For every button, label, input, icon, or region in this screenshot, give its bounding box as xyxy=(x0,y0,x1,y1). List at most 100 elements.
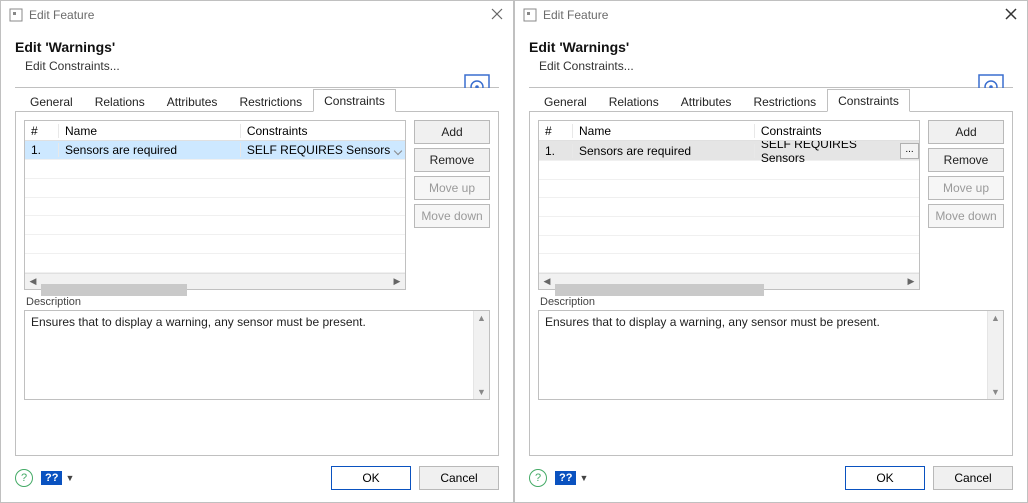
tabstrip-border: General Relations Attributes Restriction… xyxy=(15,87,499,112)
dialog-left: Edit Feature Edit 'Warnings' Edit Constr… xyxy=(0,0,514,503)
table-row[interactable] xyxy=(25,198,405,217)
scroll-up-icon[interactable]: ▲ xyxy=(477,313,486,323)
remove-button[interactable]: Remove xyxy=(414,148,490,172)
add-button[interactable]: Add xyxy=(928,120,1004,144)
tab-relations[interactable]: Relations xyxy=(598,90,670,112)
table-row[interactable] xyxy=(539,254,919,273)
scroll-down-icon[interactable]: ▼ xyxy=(991,387,1000,397)
scroll-left-icon[interactable]: ◀ xyxy=(539,274,555,290)
help-badge[interactable]: ?? xyxy=(555,471,576,485)
description-field[interactable]: Ensures that to display a warning, any s… xyxy=(24,310,490,400)
description-label: Description xyxy=(538,296,1004,308)
movedown-button[interactable]: Move down xyxy=(414,204,490,228)
tab-pane: # Name Constraints 1. Sensors are requir… xyxy=(15,112,499,456)
table-row[interactable] xyxy=(539,161,919,180)
tab-general[interactable]: General xyxy=(533,90,598,112)
tab-attributes[interactable]: Attributes xyxy=(156,90,229,112)
cell-constraints: SELF REQUIRES Sensors xyxy=(241,143,405,157)
table-row[interactable] xyxy=(539,180,919,199)
table-row[interactable] xyxy=(25,160,405,179)
footer: ? ?? ▼ OK Cancel xyxy=(515,456,1027,502)
table-head: # Name Constraints xyxy=(539,121,919,141)
scroll-up-icon[interactable]: ▲ xyxy=(991,313,1000,323)
table-row[interactable] xyxy=(539,217,919,236)
close-icon[interactable] xyxy=(491,8,505,22)
table-row[interactable]: 1. Sensors are required SELF REQUIRES Se… xyxy=(25,141,405,160)
scroll-thumb[interactable] xyxy=(555,284,764,296)
table-row[interactable] xyxy=(25,216,405,235)
description-field[interactable]: Ensures that to display a warning, any s… xyxy=(538,310,1004,400)
table-row[interactable] xyxy=(25,179,405,198)
table-row[interactable] xyxy=(25,254,405,273)
col-name[interactable]: Name xyxy=(573,124,755,138)
table-row[interactable] xyxy=(539,236,919,255)
tabstrip-border: General Relations Attributes Restriction… xyxy=(529,87,1013,112)
ellipsis-button[interactable]: ... xyxy=(900,143,919,159)
help-badge[interactable]: ?? xyxy=(41,471,62,485)
col-name[interactable]: Name xyxy=(59,124,241,138)
moveup-button[interactable]: Move up xyxy=(928,176,1004,200)
close-icon[interactable] xyxy=(1005,8,1019,22)
col-constraints[interactable]: Constraints xyxy=(241,124,405,138)
tabstrip: General Relations Attributes Restriction… xyxy=(15,88,499,112)
content: Edit 'Warnings' Edit Constraints... Gene… xyxy=(515,29,1027,456)
breadcrumb: Edit Constraints... xyxy=(539,59,1013,73)
breadcrumb: Edit Constraints... xyxy=(25,59,499,73)
dialog-right: Edit Feature Edit 'Warnings' Edit Constr… xyxy=(514,0,1028,503)
description-text: Ensures that to display a warning, any s… xyxy=(31,315,366,329)
page-title: Edit 'Warnings' xyxy=(529,39,1013,55)
ok-button[interactable]: OK xyxy=(331,466,411,490)
col-num[interactable]: # xyxy=(539,124,573,138)
table-row[interactable]: 1. Sensors are required SELF REQUIRES Se… xyxy=(539,141,919,161)
feature-icon xyxy=(523,8,537,22)
cell-name: Sensors are required xyxy=(573,144,755,158)
button-column: Add Remove Move up Move down xyxy=(928,120,1004,290)
cell-num: 1. xyxy=(539,144,573,158)
content: Edit 'Warnings' Edit Constraints... Gene… xyxy=(1,29,513,456)
feature-icon xyxy=(9,8,23,22)
add-button[interactable]: Add xyxy=(414,120,490,144)
scroll-right-icon[interactable]: ▶ xyxy=(903,274,919,290)
moveup-button[interactable]: Move up xyxy=(414,176,490,200)
description-text: Ensures that to display a warning, any s… xyxy=(545,315,880,329)
window-title: Edit Feature xyxy=(543,8,1005,22)
tab-relations[interactable]: Relations xyxy=(84,90,156,112)
remove-button[interactable]: Remove xyxy=(928,148,1004,172)
tabstrip: General Relations Attributes Restriction… xyxy=(529,88,1013,112)
vscrollbar[interactable]: ▲▼ xyxy=(473,311,489,399)
table-row[interactable] xyxy=(539,198,919,217)
titlebar: Edit Feature xyxy=(1,1,513,29)
cancel-button[interactable]: Cancel xyxy=(933,466,1013,490)
vscrollbar[interactable]: ▲▼ xyxy=(987,311,1003,399)
constraints-table: # Name Constraints 1. Sensors are requir… xyxy=(538,120,920,290)
tab-restrictions[interactable]: Restrictions xyxy=(742,90,827,112)
movedown-button[interactable]: Move down xyxy=(928,204,1004,228)
help-icon[interactable]: ? xyxy=(529,469,547,487)
description-section: Description Ensures that to display a wa… xyxy=(538,296,1004,400)
tab-attributes[interactable]: Attributes xyxy=(670,90,743,112)
table-row[interactable] xyxy=(25,235,405,254)
description-label: Description xyxy=(24,296,490,308)
hscrollbar[interactable]: ◀ ▶ xyxy=(539,273,919,289)
col-num[interactable]: # xyxy=(25,124,59,138)
scroll-down-icon[interactable]: ▼ xyxy=(477,387,486,397)
button-column: Add Remove Move up Move down xyxy=(414,120,490,290)
scroll-right-icon[interactable]: ▶ xyxy=(389,274,405,290)
tab-constraints[interactable]: Constraints xyxy=(313,89,396,112)
hscrollbar[interactable]: ◀ ▶ xyxy=(25,273,405,289)
scroll-left-icon[interactable]: ◀ xyxy=(25,274,41,290)
tab-constraints[interactable]: Constraints xyxy=(827,89,910,112)
scroll-thumb[interactable] xyxy=(41,284,187,296)
col-constraints[interactable]: Constraints xyxy=(755,124,919,138)
tab-general[interactable]: General xyxy=(19,90,84,112)
chevron-down-icon[interactable]: ▼ xyxy=(579,473,588,483)
chevron-down-icon[interactable]: ▼ xyxy=(65,473,74,483)
tab-pane: # Name Constraints 1. Sensors are requir… xyxy=(529,112,1013,456)
help-icon[interactable]: ? xyxy=(15,469,33,487)
tab-restrictions[interactable]: Restrictions xyxy=(228,90,313,112)
page-title: Edit 'Warnings' xyxy=(15,39,499,55)
cancel-button[interactable]: Cancel xyxy=(419,466,499,490)
ok-button[interactable]: OK xyxy=(845,466,925,490)
titlebar: Edit Feature xyxy=(515,1,1027,29)
table-head: # Name Constraints xyxy=(25,121,405,141)
